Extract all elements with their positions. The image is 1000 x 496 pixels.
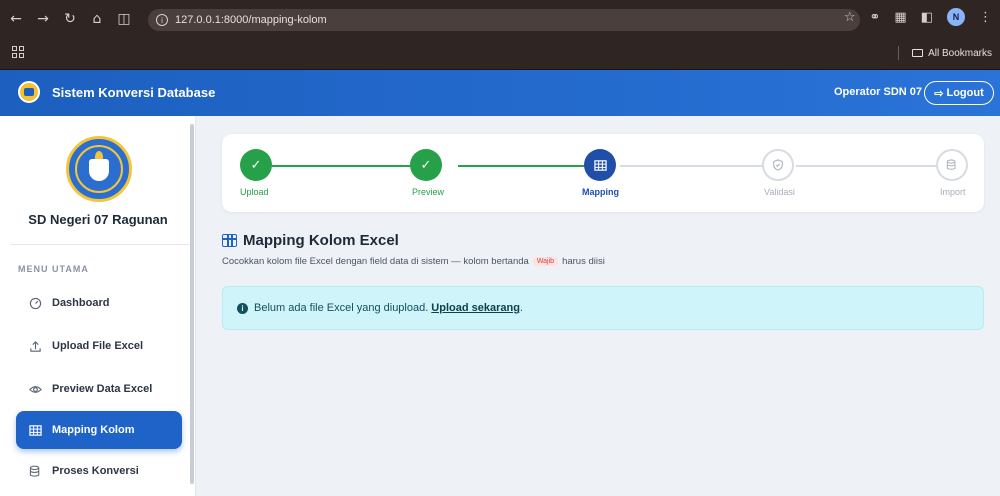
school-logo	[66, 136, 132, 202]
reload-icon[interactable]: ↻	[59, 8, 81, 30]
sidebar-item-label: Mapping Kolom	[52, 424, 135, 436]
step-import-circle	[936, 149, 968, 181]
bookmarks-label: All Bookmarks	[928, 47, 992, 59]
table-icon	[28, 423, 42, 437]
app-header: Sistem Konversi Database Operator SDN 07…	[0, 70, 1000, 116]
step-connector	[458, 165, 588, 167]
step-connector	[272, 165, 426, 167]
link-icon[interactable]: ⚭	[870, 10, 881, 25]
browser-chrome: ← → ↻ ⌂ ◫ i 127.0.0.1:8000/mapping-kolom…	[0, 0, 1000, 70]
sidebar-item-label: Upload File Excel	[52, 340, 144, 352]
step-mapping-circle	[584, 149, 616, 181]
progress-stepper: ✓ Upload ✓ Preview Mapping Validasi Impo…	[222, 134, 984, 212]
subtitle-text-end: harus diisi	[562, 256, 605, 267]
page-title: Mapping Kolom Excel	[222, 232, 399, 249]
eye-icon	[28, 382, 42, 396]
school-name: SD Negeri 07 Ragunan	[28, 212, 168, 227]
upload-icon	[28, 339, 42, 353]
sidebar-divider	[10, 244, 190, 245]
page-subtitle: Cocokkan kolom file Excel dengan field d…	[222, 256, 605, 267]
database-icon	[28, 464, 42, 478]
info-alert: i Belum ada file Excel yang diupload. Up…	[222, 286, 984, 330]
url-text: 127.0.0.1:8000/mapping-kolom	[175, 14, 327, 26]
logout-icon: ⇨	[934, 87, 944, 100]
sidebar-item-dashboard[interactable]: Dashboard	[16, 284, 182, 322]
reader-icon[interactable]: ◫	[113, 8, 135, 30]
logout-label: Logout	[946, 87, 984, 99]
subtitle-text: Cocokkan kolom file Excel dengan field d…	[222, 256, 529, 267]
info-icon: i	[237, 302, 248, 314]
menu-icon[interactable]: ⋮	[979, 10, 992, 25]
step-upload-circle: ✓	[240, 149, 272, 181]
star-icon[interactable]: ☆	[844, 10, 856, 25]
folder-icon	[912, 49, 924, 57]
alert-period: .	[519, 302, 523, 314]
check-icon: ✓	[250, 157, 262, 173]
all-bookmarks[interactable]: All Bookmarks	[898, 46, 992, 60]
sidebar-item-preview[interactable]: Preview Data Excel	[16, 370, 182, 408]
upload-now-link[interactable]: Upload sekarang	[431, 302, 520, 314]
required-badge: Wajib	[532, 257, 559, 266]
app-logo-icon	[18, 81, 40, 103]
step-upload-label: Upload	[240, 187, 269, 197]
sidebar-item-konversi[interactable]: Proses Konversi	[16, 452, 182, 490]
site-info-icon[interactable]: i	[156, 14, 168, 26]
logout-button[interactable]: ⇨ Logout	[924, 81, 994, 105]
database-icon	[946, 159, 956, 170]
step-import-label: Import	[940, 187, 966, 197]
table-icon	[222, 234, 237, 247]
step-connector	[620, 165, 764, 167]
sidebar-item-mapping[interactable]: Mapping Kolom	[16, 411, 182, 449]
step-preview-label: Preview	[412, 187, 445, 197]
step-validasi-label: Validasi	[764, 187, 795, 197]
shield-icon	[773, 159, 783, 171]
sidebar-item-label: Dashboard	[52, 297, 110, 309]
step-preview-circle: ✓	[410, 149, 442, 181]
forward-icon[interactable]: →	[32, 8, 54, 30]
gauge-icon	[28, 296, 42, 310]
sidepanel-icon[interactable]: ◧	[921, 10, 933, 25]
back-icon[interactable]: ←	[5, 8, 27, 30]
sidebar-item-upload[interactable]: Upload File Excel	[16, 327, 182, 365]
sidebar-item-label: Preview Data Excel	[52, 383, 153, 395]
sidebar-scrollbar[interactable]	[190, 124, 194, 484]
page-title-text: Mapping Kolom Excel	[243, 232, 399, 249]
operator-name: Operator SDN 07	[834, 86, 923, 98]
table-icon	[593, 159, 607, 171]
menu-heading: MENU UTAMA	[18, 264, 89, 274]
step-connector	[796, 165, 936, 167]
profile-avatar[interactable]: N	[947, 8, 965, 26]
app-title: Sistem Konversi Database	[52, 85, 216, 100]
sidebar-item-label: Proses Konversi	[52, 465, 139, 477]
address-bar[interactable]: i 127.0.0.1:8000/mapping-kolom	[148, 9, 860, 31]
step-validasi-circle	[762, 149, 794, 181]
home-icon[interactable]: ⌂	[86, 8, 108, 30]
check-icon: ✓	[420, 157, 432, 173]
alert-text: Belum ada file Excel yang diupload.	[254, 302, 429, 314]
apps-icon[interactable]	[12, 46, 24, 58]
translate-icon[interactable]: ▦	[894, 10, 906, 25]
step-mapping-label: Mapping	[582, 187, 619, 197]
